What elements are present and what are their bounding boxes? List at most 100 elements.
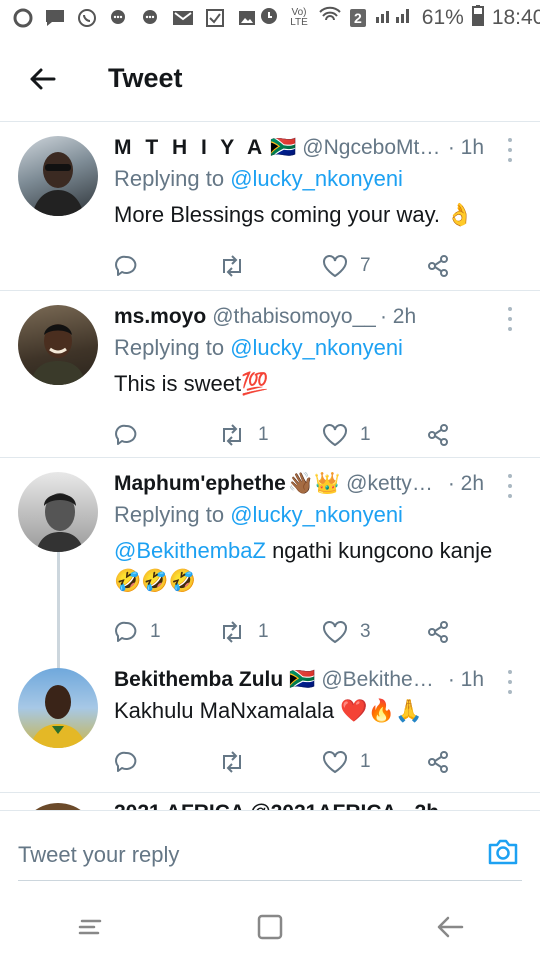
- retweet-count: 1: [258, 424, 269, 445]
- more-options-button[interactable]: [502, 307, 518, 331]
- tweet-item[interactable]: M T H I Y A 🇿🇦 @NgceboMthiya · 1h Replyi…: [0, 122, 540, 290]
- retweet-button[interactable]: 1: [218, 424, 322, 446]
- replying-to: Replying to @lucky_nkonyeni: [114, 502, 520, 528]
- back-button[interactable]: [0, 36, 84, 122]
- author-name[interactable]: Maphum'ephethe: [114, 472, 286, 496]
- share-icon: [428, 621, 448, 643]
- like-button[interactable]: 1: [322, 423, 426, 447]
- like-count: 1: [360, 751, 371, 772]
- signal-icon: [374, 5, 414, 31]
- status-bar: Vo) LTE 2 61% 18:40: [0, 0, 540, 36]
- tweet-text: @BekithembaZ ngathi kungcono kanje 🤣🤣🤣: [114, 536, 520, 596]
- share-icon: [428, 751, 448, 773]
- mention-link[interactable]: @BekithembaZ: [114, 538, 266, 563]
- like-button[interactable]: 3: [322, 620, 426, 644]
- reply-button[interactable]: [114, 423, 218, 447]
- retweet-icon: [223, 621, 241, 643]
- flag-emoji: 🇿🇦: [270, 136, 297, 159]
- home-button[interactable]: [240, 902, 300, 952]
- author-name[interactable]: Bekithemba Zulu: [114, 668, 283, 692]
- tweet-time: · 1h: [447, 668, 484, 691]
- more-options-button[interactable]: [502, 138, 518, 162]
- whatsapp-icon: [76, 7, 98, 29]
- tweet-text: Kakhulu MaNxamalala ❤️🔥🙏: [114, 698, 423, 723]
- author-name[interactable]: ms.moyo: [114, 305, 206, 329]
- reply-icon: [115, 621, 137, 642]
- arrow-left-icon: [30, 68, 56, 89]
- tweet-actions: 1 1 3: [114, 604, 520, 660]
- author-handle[interactable]: @NgceboMthiya: [302, 136, 444, 160]
- retweet-button[interactable]: [218, 751, 322, 773]
- retweet-button[interactable]: 1: [218, 621, 322, 643]
- retweet-icon: [223, 751, 241, 773]
- page-title: Tweet: [108, 63, 183, 93]
- chat-bubble-icon: [140, 7, 162, 29]
- avatar[interactable]: [18, 136, 98, 216]
- partial-tweet[interactable]: 2021 AFRICA @2021AFRICA · 2h: [0, 792, 540, 810]
- reply-button[interactable]: 1: [114, 620, 218, 644]
- more-options-button[interactable]: [502, 474, 518, 498]
- camera-button[interactable]: [486, 835, 520, 869]
- retweet-button[interactable]: [218, 255, 322, 277]
- author-name[interactable]: M T H I Y A: [114, 136, 266, 160]
- tweet-time: · 2h: [379, 305, 417, 328]
- replying-prefix: Replying to: [114, 502, 231, 527]
- message-icon: [44, 7, 66, 29]
- share-icon: [428, 255, 448, 277]
- app-header: Tweet: [0, 36, 540, 122]
- system-nav-bar: [0, 894, 540, 960]
- share-button[interactable]: [426, 423, 450, 447]
- tweet-item[interactable]: Bekithemba Zulu 🇿🇦 @Bekithem... · 1h Kak…: [0, 654, 540, 786]
- recent-apps-button[interactable]: [60, 902, 120, 952]
- reply-input[interactable]: [18, 829, 522, 881]
- notification-icons: [12, 7, 258, 29]
- tweet-item[interactable]: Maphum'ephethe 👋🏾👑 @kettyZ... · 2h Reply…: [0, 458, 540, 654]
- emoji-badges: 👋🏾👑: [287, 472, 341, 495]
- author-name: 2021 AFRICA @2021AFRICA · 2h: [114, 801, 439, 810]
- share-button[interactable]: [426, 620, 450, 644]
- gmail-icon: [172, 7, 194, 29]
- author-handle[interactable]: @thabisomoyo__: [212, 305, 376, 329]
- tweet-item[interactable]: ms.moyo @thabisomoyo__ · 2h Replying to …: [0, 291, 540, 457]
- like-button[interactable]: 7: [322, 254, 426, 278]
- replying-to-link[interactable]: @lucky_nkonyeni: [230, 502, 403, 527]
- battery-percent: 61%: [421, 6, 464, 29]
- share-button[interactable]: [426, 750, 450, 774]
- like-count: 1: [360, 424, 371, 445]
- more-options-button[interactable]: [502, 670, 518, 694]
- avatar[interactable]: [18, 472, 98, 552]
- retweet-icon: [223, 255, 241, 277]
- author-handle[interactable]: @kettyZ...: [346, 472, 434, 496]
- volte-icon: Vo) LTE: [290, 7, 308, 28]
- share-icon: [428, 424, 448, 446]
- reply-button[interactable]: [114, 750, 218, 774]
- sim-badge: 2: [350, 9, 366, 27]
- back-nav-button[interactable]: [420, 902, 480, 952]
- reply-button[interactable]: [114, 254, 218, 278]
- heart-icon: [323, 255, 347, 278]
- replying-to-link[interactable]: @lucky_nkonyeni: [230, 166, 403, 191]
- heart-icon: [323, 424, 347, 447]
- opera-icon: [12, 7, 34, 29]
- reply-count: 1: [150, 621, 161, 642]
- home-icon: [257, 914, 283, 940]
- author-handle[interactable]: @Bekithem...: [321, 668, 443, 692]
- heart-icon: [323, 621, 347, 644]
- alarm-icon: [258, 4, 280, 32]
- replying-to: Replying to @lucky_nkonyeni: [114, 335, 520, 361]
- like-button[interactable]: 1: [322, 750, 426, 774]
- avatar[interactable]: [18, 305, 98, 385]
- tweet-actions: 7: [114, 238, 520, 294]
- tweet-actions: 1 1: [114, 407, 520, 463]
- share-button[interactable]: [426, 254, 450, 278]
- reply-icon: [115, 751, 137, 772]
- tweet-text: This is sweet💯: [114, 371, 269, 396]
- avatar[interactable]: [18, 803, 98, 810]
- avatar[interactable]: [18, 668, 98, 748]
- like-count: 3: [360, 621, 371, 642]
- recent-apps-icon: [78, 919, 102, 935]
- replying-to-link[interactable]: @lucky_nkonyeni: [230, 335, 403, 360]
- reply-composer: [0, 810, 540, 894]
- reply-icon: [115, 255, 137, 276]
- retweet-icon: [223, 424, 241, 446]
